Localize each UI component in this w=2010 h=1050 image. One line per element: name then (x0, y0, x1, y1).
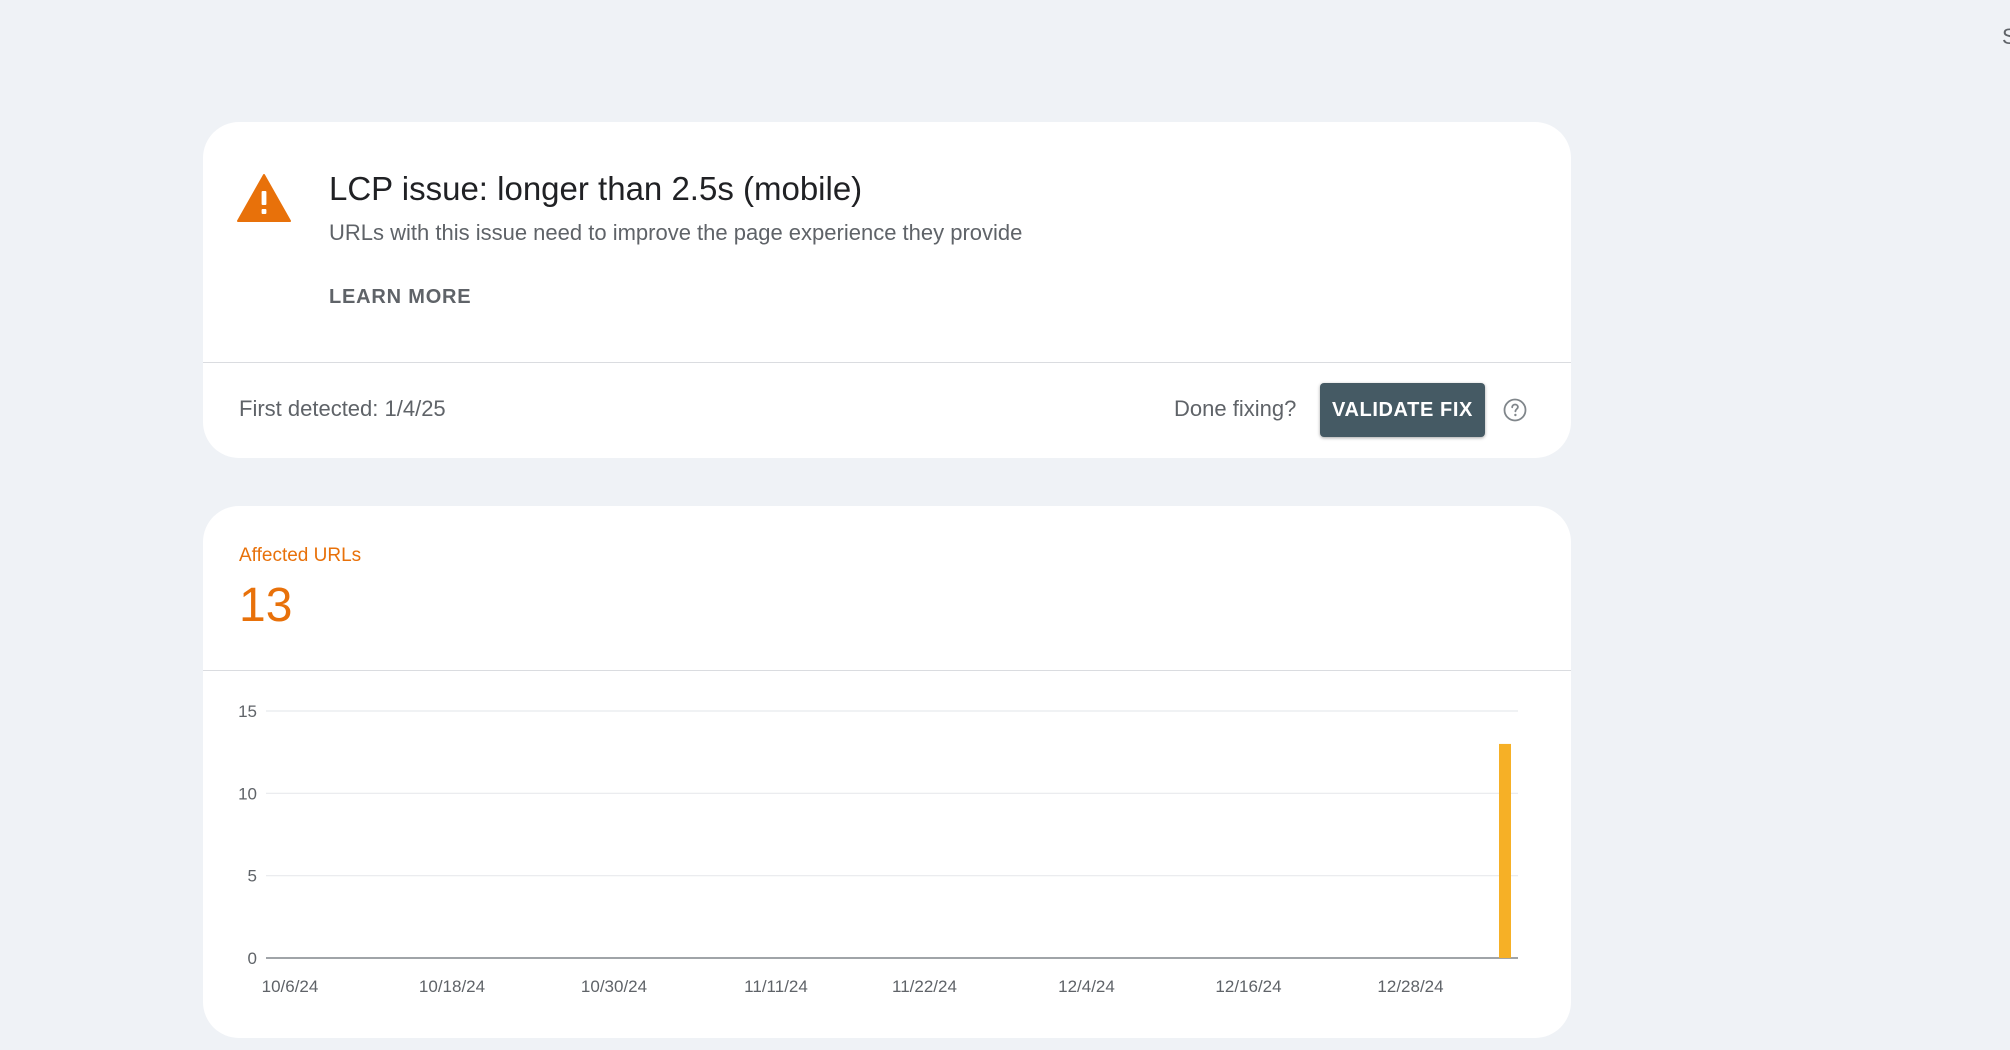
affected-urls-chart: 0 5 10 15 10/6/24 10/18/24 10/30/24 11/11/24 11/… (238, 702, 1518, 996)
issue-card-divider (203, 362, 1571, 363)
chart-bar[interactable] (1499, 743, 1511, 958)
y-tick-label: 0 (248, 949, 257, 968)
learn-more-link[interactable]: LEARN MORE (329, 286, 471, 309)
y-tick-label: 15 (238, 702, 257, 721)
y-tick-label: 5 (248, 867, 257, 886)
x-tick-label: 12/16/24 (1215, 977, 1281, 996)
issue-title: LCP issue: longer than 2.5s (mobile) (329, 170, 863, 207)
x-tick-label: 12/4/24 (1058, 977, 1115, 996)
validate-fix-button[interactable]: VALIDATE FIX (1320, 383, 1485, 437)
warning-triangle-icon (237, 174, 291, 222)
affected-urls-card: Affected URLs 13 0 5 10 15 10/6/24 10/18/24 10… (203, 506, 1571, 1038)
help-circle-icon[interactable] (1503, 398, 1527, 422)
x-tick-label: 11/22/24 (892, 977, 957, 996)
done-fixing-label: Done fixing? (1174, 396, 1297, 421)
edge-text: S (2002, 24, 2010, 49)
y-tick-label: 10 (238, 784, 257, 803)
x-tick-label: 10/6/24 (262, 977, 319, 996)
first-detected-text: First detected: 1/4/25 (239, 396, 446, 421)
x-tick-label: 11/11/24 (744, 977, 808, 996)
issue-card: LCP issue: longer than 2.5s (mobile) URL… (203, 122, 1571, 458)
x-tick-label: 10/30/24 (581, 977, 647, 996)
x-tick-label: 10/18/24 (419, 977, 485, 996)
issue-subtitle: URLs with this issue need to improve the… (329, 220, 1023, 245)
x-tick-label: 12/28/24 (1377, 977, 1443, 996)
